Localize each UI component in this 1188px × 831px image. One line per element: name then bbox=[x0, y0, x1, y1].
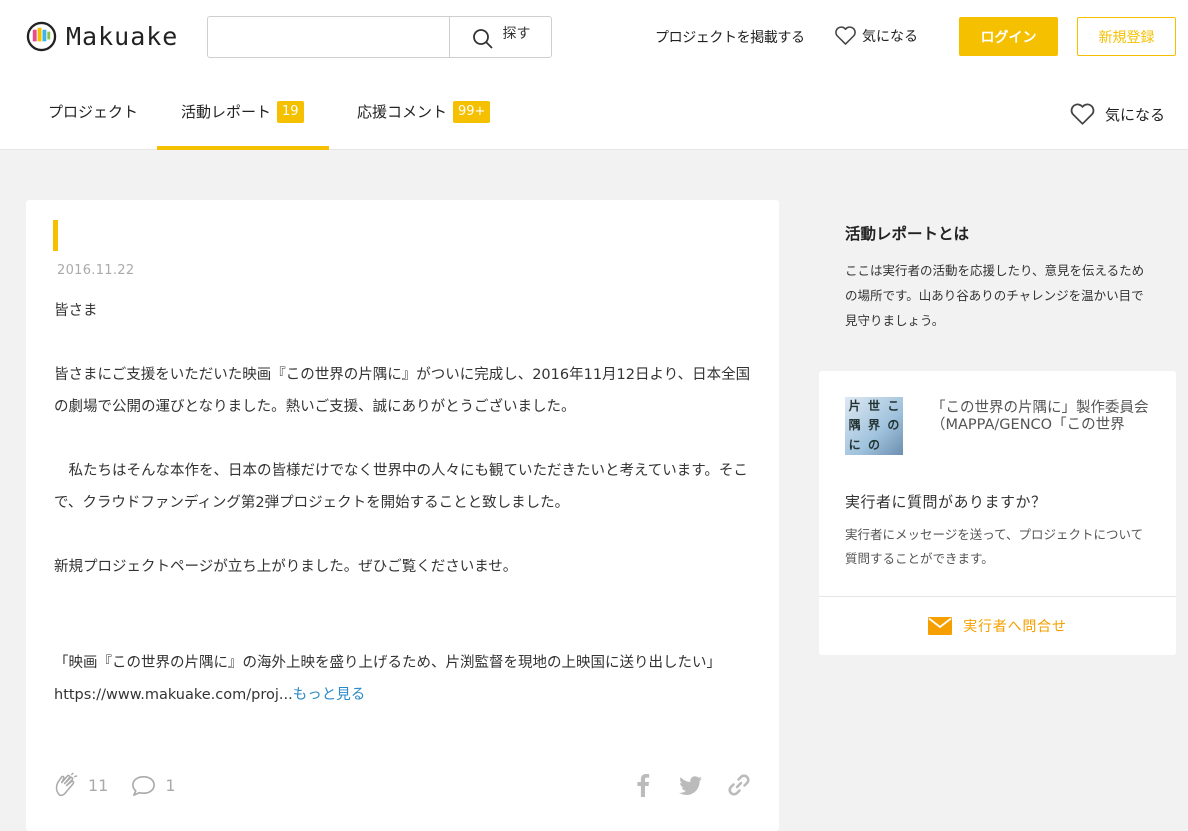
active-tab-indicator bbox=[157, 146, 329, 150]
clap-icon bbox=[55, 772, 78, 797]
project-favorite-button[interactable]: 気になる bbox=[1069, 102, 1165, 126]
comment-icon bbox=[132, 776, 156, 796]
thumb-char: 隅 bbox=[848, 418, 861, 433]
search-box: 探す bbox=[207, 16, 552, 58]
contact-owner-label: 実行者へ問合せ bbox=[963, 619, 1067, 635]
thumb-char: 界 bbox=[867, 418, 880, 433]
about-report-description: ここは実行者の活動を応援したり、意見を伝えるための場所です。山あり谷ありのチャレ… bbox=[845, 263, 1145, 328]
contact-owner-button[interactable]: 実行者へ問合せ bbox=[819, 597, 1176, 655]
question-description: 実行者にメッセージを送って、プロジェクトについて質問することができます。 bbox=[845, 527, 1144, 566]
search-input[interactable] bbox=[208, 17, 449, 57]
search-icon bbox=[472, 29, 493, 49]
share-buttons bbox=[630, 772, 752, 798]
about-report-title: 活動レポートとは bbox=[845, 225, 970, 243]
tab-project[interactable]: プロジェクト bbox=[48, 101, 138, 122]
thumb-char: こ bbox=[887, 399, 900, 413]
site-logo[interactable]: Makuake bbox=[26, 21, 178, 52]
login-button[interactable]: ログイン bbox=[959, 17, 1058, 56]
question-title: 実行者に質問がありますか？ bbox=[845, 493, 1047, 511]
header-favorites-label: 気になる bbox=[862, 28, 918, 45]
search-button-label: 探す bbox=[502, 26, 531, 42]
search-button[interactable]: 探す bbox=[449, 17, 551, 57]
cheer-button[interactable]: 11 bbox=[53, 772, 108, 799]
facebook-icon[interactable] bbox=[630, 772, 656, 798]
thumb-char: の bbox=[867, 437, 880, 452]
comment-button[interactable]: 1 bbox=[130, 772, 176, 799]
cheer-count: 11 bbox=[88, 776, 109, 795]
project-owner-card: 片 世 こ 隅 界 の に の 「この世界の片隅に」製作委員会（MAPPA/GE… bbox=[819, 371, 1176, 655]
link-icon[interactable] bbox=[726, 772, 752, 798]
thumb-char: 世 bbox=[867, 399, 880, 413]
tab-count-badge: 19 bbox=[277, 101, 304, 123]
report-body: 皆さま 皆さまにご支援をいただいた映画『この世界の片隅に』がついに完成し、201… bbox=[54, 295, 754, 711]
makuake-logo-icon bbox=[26, 21, 57, 52]
thumb-char: に bbox=[848, 437, 861, 452]
report-title-accent bbox=[53, 220, 58, 251]
tab-count-badge: 99+ bbox=[453, 101, 491, 123]
report-paragraph: 私たちはそんな本作を、日本の皆様だけでなく世界中の人々にも観ていただきたいと考え… bbox=[54, 463, 748, 511]
post-project-link[interactable]: プロジェクトを掲載する bbox=[655, 27, 805, 47]
thumb-char bbox=[884, 436, 903, 455]
report-paragraph: 新規プロジェクトページが立ち上がりました。ぜひご覧くださいませ。 bbox=[54, 559, 518, 575]
logo-text: Makuake bbox=[66, 22, 179, 51]
report-paragraph: 皆さま bbox=[54, 303, 98, 319]
twitter-icon[interactable] bbox=[678, 772, 704, 798]
comment-count: 1 bbox=[165, 776, 176, 795]
heart-icon bbox=[1070, 103, 1095, 125]
report-url-line: https://www.makuake.com/proj...もっと見る bbox=[54, 679, 754, 711]
tab-label: 応援コメント bbox=[357, 103, 448, 122]
heart-icon bbox=[835, 26, 856, 45]
site-header: Makuake 探す プロジェクトを掲載する 気になる ログイン 新規登録 プロ… bbox=[0, 0, 1188, 150]
report-paragraph: 「映画『この世界の片隅に』の海外上映を盛り上げるため、片渕監督を現地の上映国に送… bbox=[54, 655, 721, 671]
signup-button[interactable]: 新規登録 bbox=[1077, 17, 1176, 56]
tab-activity-report[interactable]: 活動レポート 19 bbox=[181, 101, 304, 123]
thumb-char: の bbox=[887, 418, 900, 433]
tab-label: プロジェクト bbox=[48, 103, 139, 121]
report-date: 2016.11.22 bbox=[57, 263, 135, 278]
owner-thumbnail[interactable]: 片 世 こ 隅 界 の に の bbox=[845, 397, 903, 455]
tab-label: 活動レポート bbox=[181, 103, 272, 122]
report-actions: 11 1 bbox=[53, 772, 198, 799]
header-favorites-link[interactable]: 気になる bbox=[834, 25, 918, 46]
owner-name-link[interactable]: 「この世界の片隅に」製作委員会（MAPPA/GENCO「この世界 bbox=[931, 400, 1156, 434]
read-more-link[interactable]: もっと見る bbox=[293, 687, 366, 703]
activity-report-card: 2016.11.22 皆さま 皆さまにご支援をいただいた映画『この世界の片隅に』… bbox=[26, 200, 779, 831]
thumb-char: 片 bbox=[848, 399, 861, 413]
envelope-icon bbox=[928, 617, 953, 635]
report-url: https://www.makuake.com/proj... bbox=[54, 687, 293, 703]
project-favorite-label: 気になる bbox=[1105, 105, 1166, 124]
report-paragraph: 皆さまにご支援をいただいた映画『この世界の片隅に』がついに完成し、2016年11… bbox=[54, 367, 751, 415]
tab-support-comments[interactable]: 応援コメント 99+ bbox=[357, 101, 491, 123]
